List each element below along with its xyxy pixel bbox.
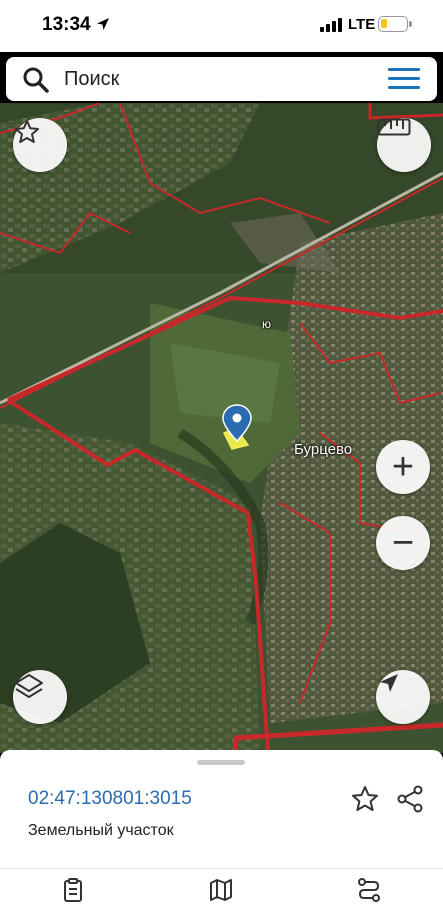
battery-tip xyxy=(409,21,412,27)
status-time: 13:34 xyxy=(42,14,91,35)
cadastral-number[interactable]: 02:47:130801:3015 xyxy=(28,788,192,810)
favorites-button[interactable] xyxy=(13,118,67,172)
search-input[interactable] xyxy=(64,66,364,92)
village-label: Бурцево xyxy=(294,441,353,458)
zoom-out-icon: − xyxy=(391,522,415,564)
share-icon[interactable] xyxy=(395,784,425,814)
map-icon[interactable] xyxy=(208,877,234,903)
battery-icon xyxy=(378,16,408,32)
layers-button[interactable] xyxy=(13,670,67,724)
location-arrow-icon xyxy=(380,674,398,692)
ruler-button[interactable] xyxy=(377,118,431,172)
locate-button[interactable] xyxy=(376,670,430,724)
clipboard-icon[interactable] xyxy=(60,877,86,903)
status-bar: 13:34 LTE xyxy=(0,0,443,52)
favorite-star-icon[interactable] xyxy=(350,784,380,814)
satellite-map[interactable]: Бурцево ю + − xyxy=(0,103,443,753)
network-type: LTE xyxy=(348,16,376,33)
zoom-in-icon: + xyxy=(391,446,415,488)
route-icon[interactable] xyxy=(356,877,382,903)
search-icon[interactable] xyxy=(22,66,50,94)
layers-icon xyxy=(15,674,43,698)
parcel-bottom-sheet[interactable]: 02:47:130801:3015 Земельный участок xyxy=(0,750,443,868)
star-icon xyxy=(15,120,39,143)
zoom-in-button[interactable]: + xyxy=(376,440,430,494)
tab-bar xyxy=(0,868,443,910)
sheet-handle[interactable] xyxy=(197,760,245,765)
parcel-type: Земельный участок xyxy=(28,822,174,839)
zoom-out-button[interactable]: − xyxy=(376,516,430,570)
location-services-icon xyxy=(97,18,109,30)
road-marker-label: ю xyxy=(262,317,271,331)
map-canvas xyxy=(0,103,443,753)
search-bar xyxy=(6,57,437,101)
cellular-signal-icon xyxy=(320,18,342,32)
menu-icon[interactable] xyxy=(388,68,420,90)
ruler-icon xyxy=(377,118,411,136)
